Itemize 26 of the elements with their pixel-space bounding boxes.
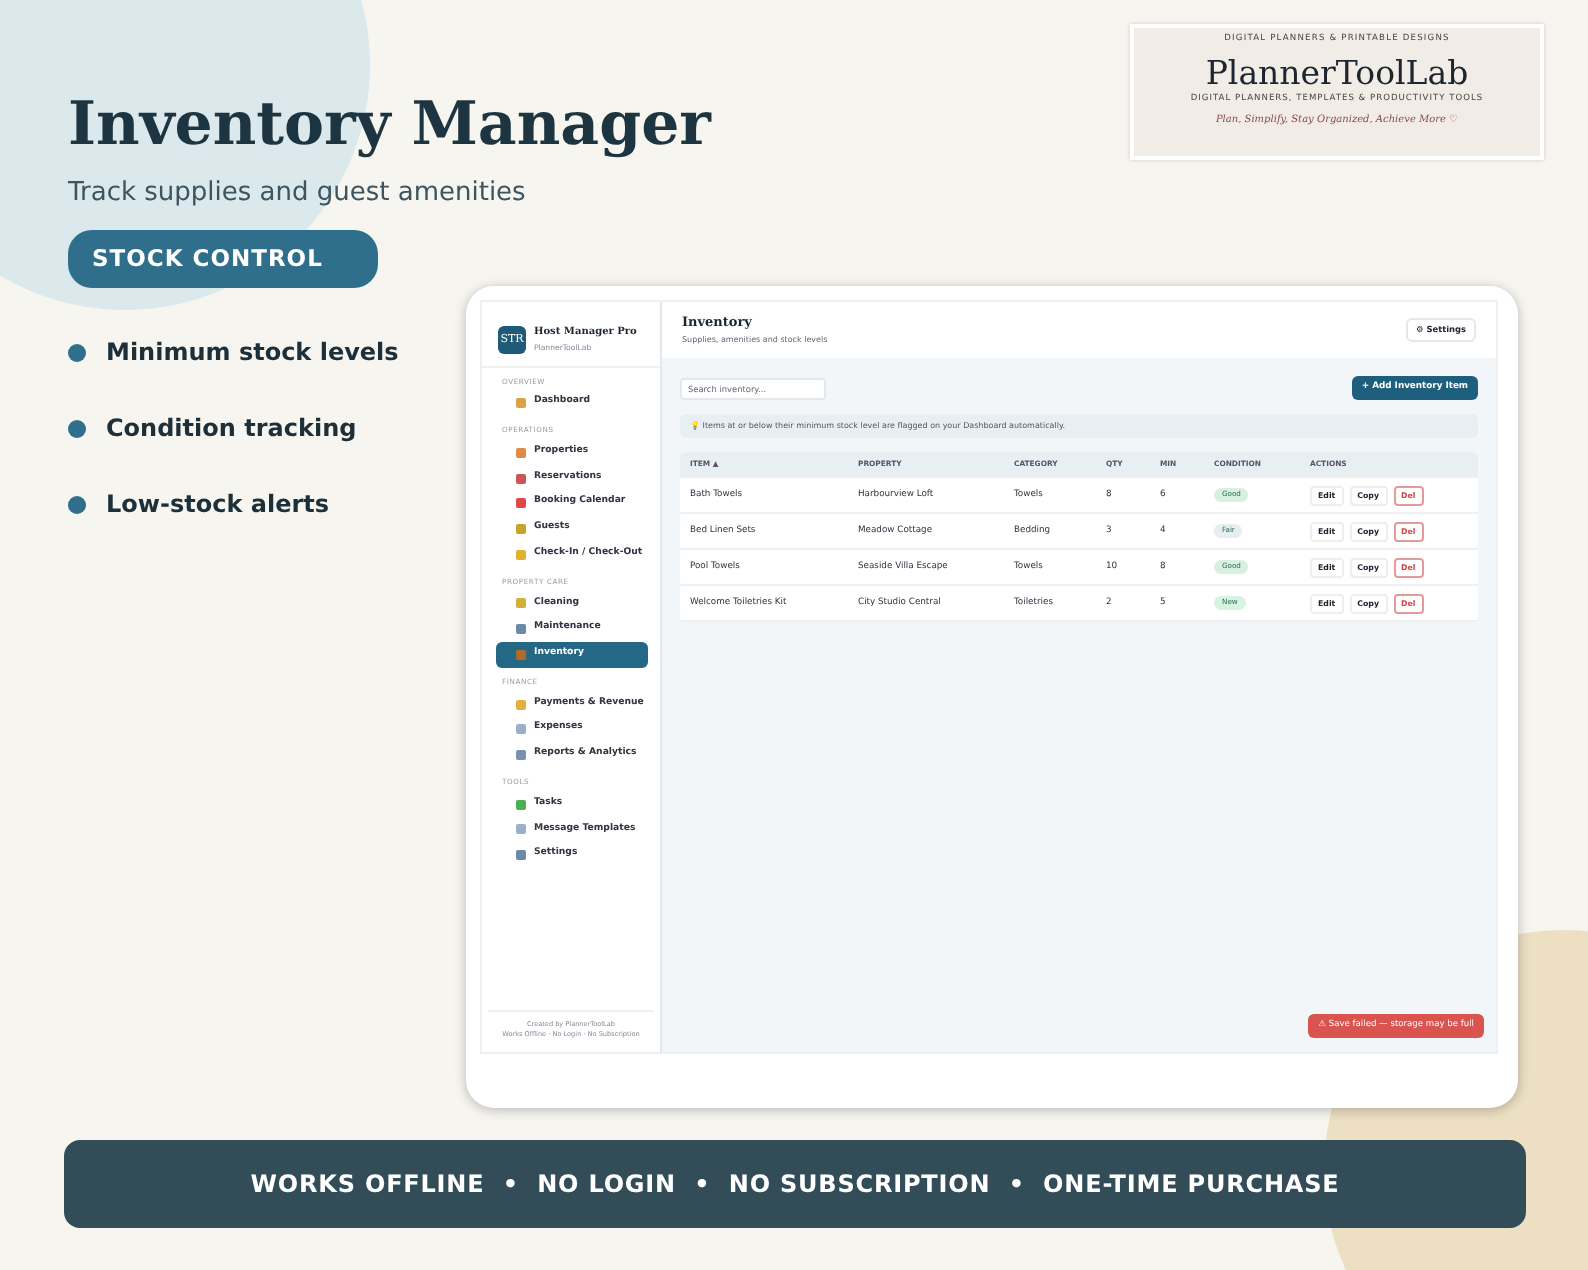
square-icon bbox=[516, 598, 526, 609]
square-icon bbox=[516, 824, 526, 835]
square-icon bbox=[516, 550, 526, 561]
bullet-icon bbox=[68, 343, 86, 361]
square-icon bbox=[516, 398, 526, 409]
square-icon bbox=[516, 447, 526, 458]
square-icon bbox=[516, 498, 526, 509]
logo-name: PlannerToolLab bbox=[1203, 56, 1471, 93]
square-icon bbox=[516, 624, 526, 635]
page-subtitle: Track supplies and guest amenities bbox=[68, 176, 528, 212]
feature-text: Low-stock alerts bbox=[106, 488, 329, 522]
square-icon bbox=[516, 850, 526, 861]
bullet-icon bbox=[68, 495, 86, 513]
category-pill: STOCK CONTROL bbox=[68, 229, 379, 288]
square-icon bbox=[516, 750, 526, 761]
square-icon bbox=[516, 724, 526, 735]
square-icon bbox=[516, 699, 526, 710]
square-icon bbox=[516, 473, 526, 483]
square-icon bbox=[516, 650, 526, 661]
page-title: Inventory Manager bbox=[68, 90, 711, 162]
square-icon bbox=[516, 799, 526, 810]
feature-text: Condition tracking bbox=[106, 412, 357, 446]
bullet-icon bbox=[68, 419, 86, 437]
feature-banner: WORKS OFFLINE • NO LOGIN • NO SUBSCRIPTION • ONE-TIME PURCHASE bbox=[64, 1140, 1526, 1228]
square-icon bbox=[516, 524, 526, 535]
feature-text: Minimum stock levels bbox=[106, 336, 399, 370]
